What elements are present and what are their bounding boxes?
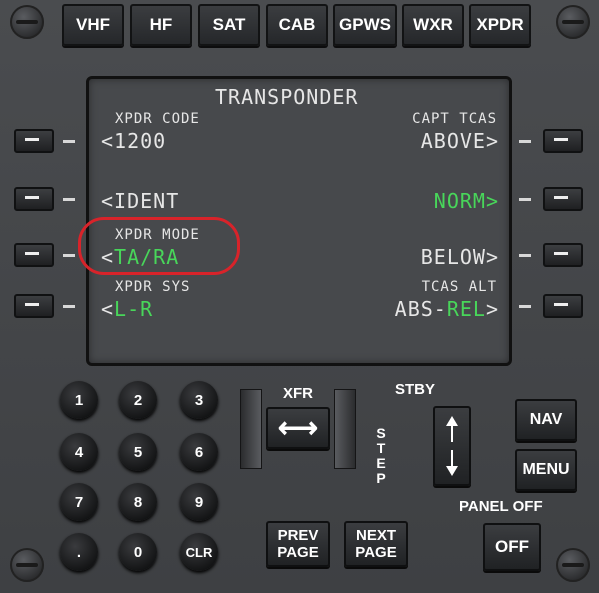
key-4[interactable]: 4 (60, 433, 98, 471)
wxr-button[interactable]: WXR (402, 4, 464, 46)
lsk-l2[interactable] (14, 187, 54, 211)
xpdr-code-label: XPDR CODE (115, 111, 200, 127)
tcas-alt-rel: REL (446, 297, 486, 321)
key-1[interactable]: 1 (60, 381, 98, 419)
lsk-l1-dash (63, 140, 75, 143)
key-9[interactable]: 9 (180, 483, 218, 521)
cab-button[interactable]: CAB (266, 4, 328, 46)
key-3[interactable]: 3 (180, 381, 218, 419)
screw-top-left (10, 5, 44, 39)
xpdr-sys-value: <L-R (101, 297, 153, 321)
lsk-l4-dash (63, 305, 75, 308)
capt-tcas-above: ABOVE> (420, 129, 499, 153)
capt-tcas-norm: NORM> (433, 189, 499, 213)
xfr-label: XFR (283, 385, 313, 402)
lsk-r2-dash (519, 198, 531, 201)
hf-button[interactable]: HF (130, 4, 192, 46)
xpdr-sys-label: XPDR SYS (115, 279, 191, 295)
xfr-button[interactable]: ⟷ (266, 407, 330, 449)
stby-label: STBY (395, 381, 436, 398)
key-5[interactable]: 5 (119, 433, 157, 471)
panel-off-label: PANEL OFF (459, 498, 543, 515)
lsk-r3[interactable] (543, 243, 583, 267)
capt-tcas-below: BELOW> (420, 245, 499, 269)
lsk-l3[interactable] (14, 243, 54, 267)
up-down-arrow-icon (446, 416, 458, 476)
key-0[interactable]: 0 (119, 533, 157, 571)
screw-bottom-left (10, 548, 44, 582)
lsk-r4-dash (519, 305, 531, 308)
tcas-alt-value: ABS-REL> (395, 297, 499, 321)
vhf-button[interactable]: VHF (62, 4, 124, 46)
screw-bottom-right (556, 548, 590, 582)
key-7[interactable]: 7 (60, 483, 98, 521)
screw-top-right (556, 5, 590, 39)
lsk-l1[interactable] (14, 129, 54, 153)
transponder-control-panel: VHF HF SAT CAB GPWS WXR XPDR TRANSPONDER… (0, 0, 599, 593)
key-2[interactable]: 2 (119, 381, 157, 419)
stby-step-rocker[interactable] (433, 406, 471, 486)
lsk-r4[interactable] (543, 294, 583, 318)
tcas-alt-label: TCAS ALT (421, 279, 497, 295)
ident-option: <IDENT (101, 189, 180, 213)
tcas-alt-abs: ABS- (394, 297, 447, 321)
xpdr-sys-l-r: L-R (114, 297, 154, 321)
xpdr-sys-arrow: < (101, 297, 115, 321)
step-label: STEP (376, 425, 386, 486)
lsk-l4[interactable] (14, 294, 54, 318)
key-8[interactable]: 8 (119, 483, 157, 521)
prev-page-button[interactable]: PREV PAGE (266, 521, 330, 567)
gpws-button[interactable]: GPWS (333, 4, 397, 46)
xfr-left-bracket (240, 389, 262, 469)
xfr-double-arrow-icon: ⟷ (277, 412, 319, 443)
xpdr-mode-highlight-circle (78, 217, 240, 275)
nav-button[interactable]: NAV (515, 399, 577, 441)
next-page-button[interactable]: NEXT PAGE (344, 521, 408, 567)
xfr-right-bracket (334, 389, 356, 469)
key-decimal[interactable]: . (60, 533, 98, 571)
xpdr-code-value: <1200 (101, 129, 167, 153)
lsk-r2[interactable] (543, 187, 583, 211)
lsk-l3-dash (63, 254, 75, 257)
tcas-alt-arrow: > (485, 297, 499, 321)
key-clr[interactable]: CLR (180, 533, 218, 571)
lsk-l2-dash (63, 198, 75, 201)
page-title: TRANSPONDER (215, 85, 359, 109)
capt-tcas-label: CAPT TCAS (412, 111, 497, 127)
key-6[interactable]: 6 (180, 433, 218, 471)
lsk-r3-dash (519, 254, 531, 257)
lsk-r1-dash (519, 140, 531, 143)
sat-button[interactable]: SAT (198, 4, 260, 46)
menu-button[interactable]: MENU (515, 449, 577, 491)
xpdr-button[interactable]: XPDR (469, 4, 531, 46)
lsk-r1[interactable] (543, 129, 583, 153)
panel-off-button[interactable]: OFF (483, 523, 541, 571)
